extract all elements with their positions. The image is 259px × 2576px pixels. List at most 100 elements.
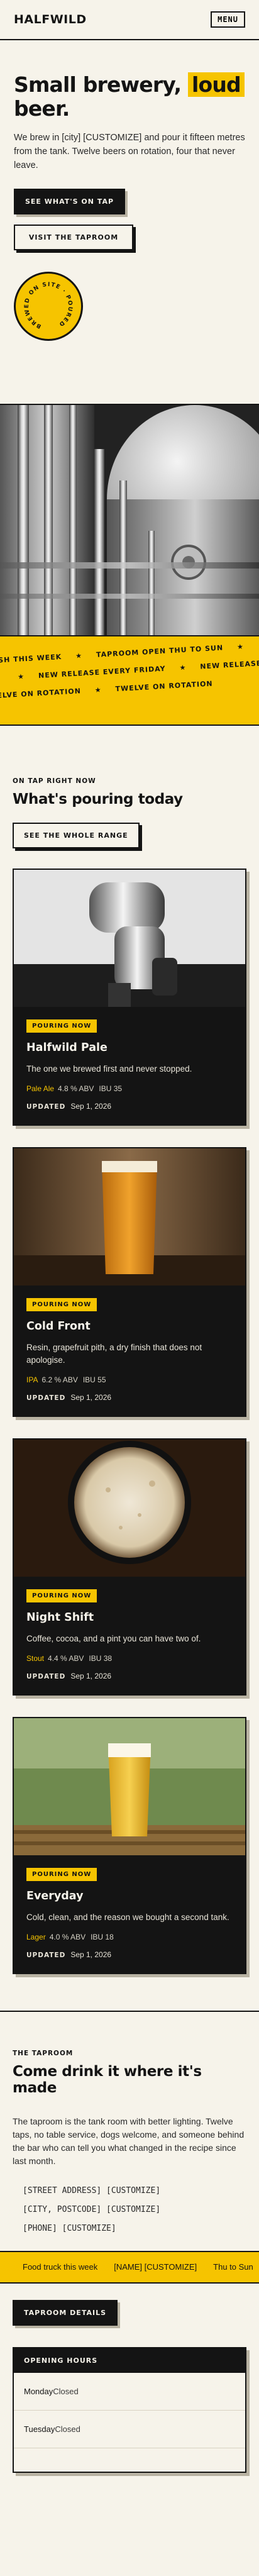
opening-hours-card: OPENING HOURS MondayClosed TuesdayClosed <box>13 2347 246 2473</box>
beer-card[interactable]: POURING NOW Night Shift Coffee, cocoa, a… <box>13 1438 246 1696</box>
beer-style: Lager <box>26 1933 46 1941</box>
phone-number[interactable]: [PHONE] [CUSTOMIZE] <box>13 2219 246 2238</box>
ticker-item: TWELVE ON ROTATION <box>0 687 82 701</box>
visit-taproom-button[interactable]: VISIT THE TAPROOM <box>14 225 133 250</box>
ticker-item: NEW RELEASE EVERY FRIDAY <box>199 655 259 671</box>
opening-hours-title: OPENING HOURS <box>14 2348 245 2373</box>
hero-title-highlight: loud <box>187 72 245 97</box>
taproom-details-button[interactable]: TAPROOM DETAILS <box>13 2300 118 2326</box>
city-postcode: [CITY, POSTCODE] [CUSTOMIZE] <box>23 2205 161 2214</box>
beer-updated: UPDATED Sep 1, 2026 <box>26 1102 233 1111</box>
brewhouse-photo <box>0 404 259 636</box>
hero-title-post: beer. <box>14 96 70 121</box>
food-truck-days: Thu to Sun <box>213 2262 253 2272</box>
beer-name: Cold Front <box>26 1320 91 1333</box>
badge-text: BREWED ON SITE · POURED <box>17 275 80 338</box>
beer-card-body: POURING NOW Everyday Cold, clean, and th… <box>14 1855 245 1973</box>
news-ticker: FRESH THIS WEEK ★ TAPROOM OPEN THU TO SUN ★… <box>0 636 259 726</box>
updated-label: UPDATED <box>26 1951 66 1959</box>
beer-updated: UPDATED Sep 1, 2026 <box>26 1672 233 1680</box>
ipa-glass-photo <box>14 1148 245 1285</box>
updated-label: UPDATED <box>26 1394 66 1402</box>
menu-button[interactable]: MENU <box>211 11 245 28</box>
hours-row: MondayClosed <box>14 2373 245 2411</box>
hero: Small brewery, loud beer. We brew in [ci… <box>0 40 259 341</box>
site-header: HALFWILD MENU <box>0 0 259 40</box>
svg-text:BREWED ON SITE · POURED: BREWED ON SITE · POURED <box>17 275 80 338</box>
brewhouse-illustration <box>0 405 259 635</box>
ticker-item: FRESH THIS WEEK <box>0 652 62 665</box>
beer-updated: UPDATED Sep 1, 2026 <box>26 1393 233 1402</box>
beer-name: Halfwild Pale <box>26 1041 107 1054</box>
beer-description: Resin, grapefruit pith, a dry finish tha… <box>26 1343 202 1365</box>
star-icon: ★ <box>17 672 25 681</box>
beer-abv: 4.4 % ABV <box>48 1654 84 1663</box>
beer-abv: 4.0 % ABV <box>49 1933 86 1941</box>
ticker-item: TWELVE ON ROTATION <box>115 679 213 694</box>
beer-name: Everyday <box>26 1890 84 1902</box>
brewed-on-site-badge: BREWED ON SITE · POURED <box>14 272 83 341</box>
see-on-tap-button[interactable]: SEE WHAT'S ON TAP <box>14 189 126 214</box>
hero-title: Small brewery, loud beer. <box>14 72 245 121</box>
beer-card-body: POURING NOW Halfwild Pale The one we bre… <box>14 1007 245 1124</box>
updated-label: UPDATED <box>26 1103 66 1111</box>
beer-card-list: POURING NOW Halfwild Pale The one we bre… <box>13 869 246 1974</box>
beer-description: The one we brewed first and never stoppe… <box>26 1064 192 1074</box>
food-truck-banner: Food truck this week [NAME] [CUSTOMIZE] Th… <box>0 2251 259 2284</box>
beer-ibu: IBU 55 <box>82 1375 106 1384</box>
on-tap-title: What's pouring today <box>13 791 183 808</box>
beer-card-body: POURING NOW Night Shift Coffee, cocoa, a… <box>14 1577 245 1694</box>
beer-card-body: POURING NOW Cold Front Resin, grapefruit… <box>14 1285 245 1416</box>
tap-handle-photo <box>14 870 245 1007</box>
hours-value: Closed <box>53 2387 79 2396</box>
pouring-now-badge: POURING NOW <box>26 1019 97 1033</box>
updated-date: Sep 1, 2026 <box>70 1950 112 1959</box>
taproom-title: Come drink it where it's made <box>13 2063 202 2096</box>
brand-logo[interactable]: HALFWILD <box>14 13 87 26</box>
taproom-section: THE TAPROOM Come drink it where it's mad… <box>0 2011 259 2473</box>
page: HALFWILD MENU Small brewery, loud beer. … <box>0 0 259 2576</box>
beer-card[interactable]: POURING NOW Halfwild Pale The one we bre… <box>13 869 246 1126</box>
badge-graphic: BREWED ON SITE · POURED <box>17 275 80 338</box>
beer-name: Night Shift <box>26 1611 94 1624</box>
beer-description: Coffee, cocoa, and a pint you can have t… <box>26 1634 201 1643</box>
pouring-now-badge: POURING NOW <box>26 1298 97 1311</box>
beer-style: Stout <box>26 1654 45 1663</box>
hours-day: Tuesday <box>24 2424 55 2434</box>
pouring-now-badge: POURING NOW <box>26 1589 97 1602</box>
beer-abv: 6.2 % ABV <box>41 1375 78 1384</box>
beer-description: Cold, clean, and the reason we bought a … <box>26 1913 229 1922</box>
updated-date: Sep 1, 2026 <box>70 1672 112 1680</box>
hero-title-pre: Small brewery, <box>14 72 188 97</box>
taproom-text: The taproom is the tank room with better… <box>13 2116 245 2166</box>
street-address: [STREET ADDRESS] [CUSTOMIZE] <box>23 2186 161 2196</box>
hours-value: Closed <box>55 2424 80 2434</box>
beer-meta: Lager 4.0 % ABV IBU 18 <box>26 1933 233 1941</box>
hours-row: TuesdayClosed <box>14 2411 245 2448</box>
on-tap-eyebrow: ON TAP RIGHT NOW <box>13 777 96 785</box>
beer-updated: UPDATED Sep 1, 2026 <box>26 1950 233 1959</box>
beer-style: IPA <box>26 1375 38 1384</box>
on-tap-section: ON TAP RIGHT NOW What's pouring today SE… <box>0 726 259 1974</box>
see-whole-range-button[interactable]: SEE THE WHOLE RANGE <box>13 823 140 848</box>
updated-label: UPDATED <box>26 1673 66 1680</box>
taproom-address: [STREET ADDRESS] [CUSTOMIZE] [CITY, POST… <box>13 2182 246 2238</box>
beer-meta: Stout 4.4 % ABV IBU 38 <box>26 1654 233 1663</box>
beer-ibu: IBU 18 <box>91 1933 114 1941</box>
hours-day: Monday <box>24 2387 53 2396</box>
star-icon: ★ <box>179 663 187 672</box>
ticker-item: TAPROOM OPEN THU TO SUN <box>96 643 224 659</box>
beer-abv: 4.8 % ABV <box>58 1084 94 1093</box>
food-truck-label: Food truck this week <box>23 2262 98 2272</box>
taproom-eyebrow: THE TAPROOM <box>13 2050 74 2057</box>
beer-style: Pale Ale <box>26 1084 55 1093</box>
star-icon: ★ <box>75 652 83 660</box>
beer-ibu: IBU 38 <box>89 1654 113 1663</box>
beer-ibu: IBU 35 <box>99 1084 123 1093</box>
star-icon: ★ <box>94 686 102 694</box>
beer-card[interactable]: POURING NOW Everyday Cold, clean, and th… <box>13 1717 246 1974</box>
beer-card[interactable]: POURING NOW Cold Front Resin, grapefruit… <box>13 1147 246 1417</box>
updated-date: Sep 1, 2026 <box>70 1102 112 1111</box>
beer-meta: IPA 6.2 % ABV IBU 55 <box>26 1375 233 1384</box>
beer-meta: Pale Ale 4.8 % ABV IBU 35 <box>26 1084 233 1093</box>
